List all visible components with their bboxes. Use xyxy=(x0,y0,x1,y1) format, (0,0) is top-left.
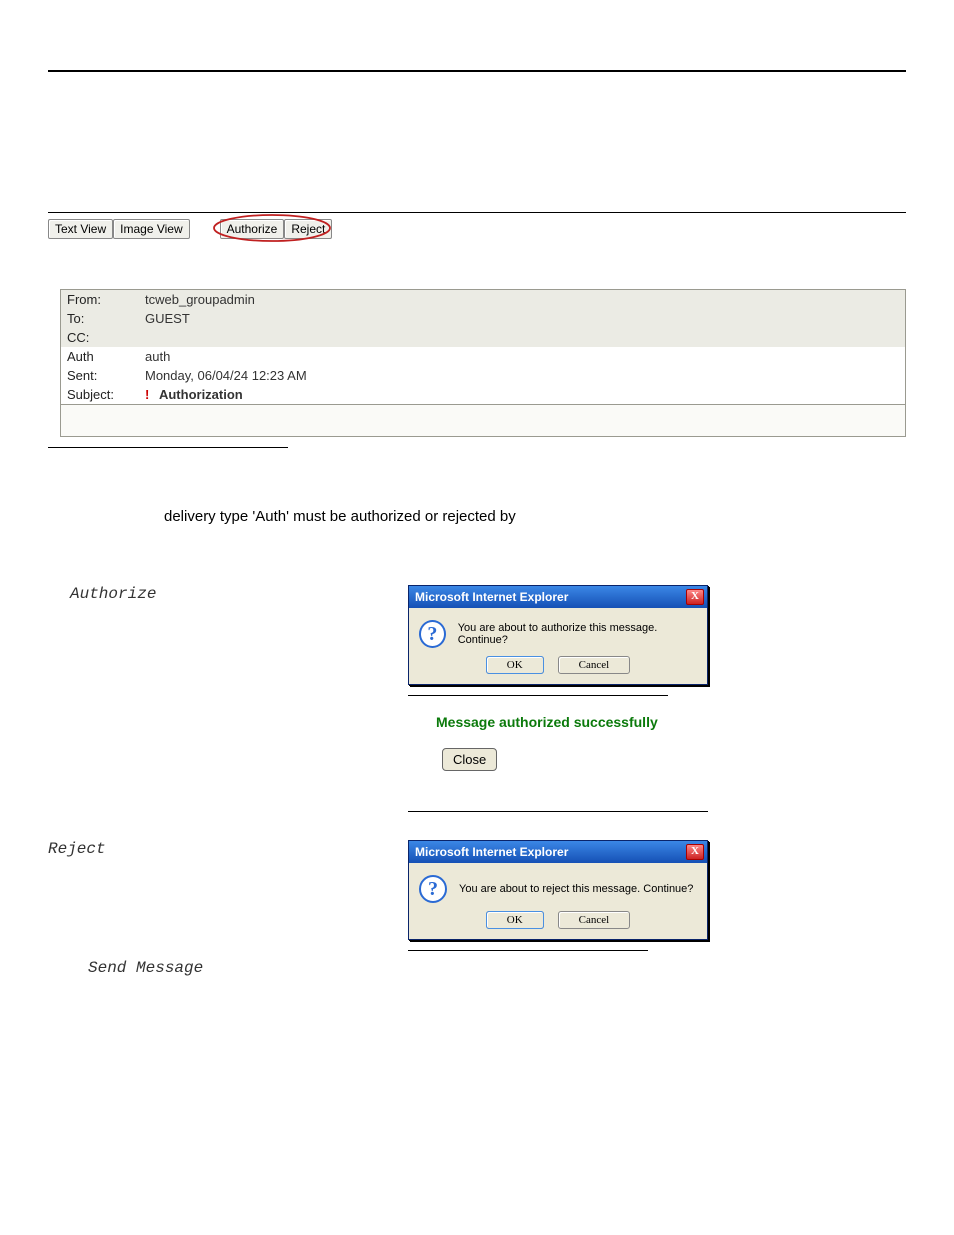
image-view-button[interactable]: Image View xyxy=(113,219,189,239)
authorize-label: Authorize xyxy=(70,585,156,603)
close-icon[interactable]: X xyxy=(686,589,704,605)
caption-rule xyxy=(48,447,288,448)
to-label: To: xyxy=(61,309,139,328)
reject-row: Reject Microsoft Internet Explorer X ? Y… xyxy=(48,840,906,969)
cc-label: CC: xyxy=(61,328,139,347)
sent-label: Sent: xyxy=(61,366,139,385)
caption-rule xyxy=(408,950,648,951)
cancel-button[interactable]: Cancel xyxy=(558,656,631,674)
close-icon[interactable]: X xyxy=(686,844,704,860)
dialog-title: Microsoft Internet Explorer xyxy=(415,590,568,604)
description-text: delivery type 'Auth' must be authorized … xyxy=(164,508,906,525)
from-value: tcweb_groupadmin xyxy=(139,290,905,309)
section-rule xyxy=(48,212,906,213)
dialog-titlebar: Microsoft Internet Explorer X xyxy=(409,841,707,863)
close-button[interactable]: Close xyxy=(442,748,497,771)
caption-rule xyxy=(408,811,708,812)
auth-value: auth xyxy=(139,347,905,366)
reject-label: Reject xyxy=(48,840,106,858)
dialog-message: You are about to authorize this message.… xyxy=(458,622,697,646)
message-header-panel: From:tcweb_groupadmin To:GUEST CC: Autha… xyxy=(60,289,906,437)
sent-value: Monday, 06/04/24 12:23 AM xyxy=(139,366,905,385)
text-view-button[interactable]: Text View xyxy=(48,219,113,239)
cc-value xyxy=(139,328,905,347)
table-row: Authauth xyxy=(61,347,905,366)
message-body-area xyxy=(61,404,905,436)
dialog-titlebar: Microsoft Internet Explorer X xyxy=(409,586,707,608)
view-button-group: Text ViewImage View xyxy=(48,219,190,239)
message-header-table: From:tcweb_groupadmin To:GUEST CC: Autha… xyxy=(61,290,905,404)
authorize-confirm-dialog: Microsoft Internet Explorer X ? You are … xyxy=(408,585,708,685)
subject-label: Subject: xyxy=(61,385,139,404)
question-icon: ? xyxy=(419,875,447,903)
authorize-button[interactable]: Authorize xyxy=(220,219,285,239)
authorize-row: Authorize Microsoft Internet Explorer X … xyxy=(48,585,906,830)
dialog-title: Microsoft Internet Explorer xyxy=(415,845,568,859)
auth-button-group: AuthorizeReject xyxy=(220,219,333,239)
top-rule xyxy=(48,70,906,72)
caption-rule xyxy=(408,695,668,696)
message-toolbar: Text ViewImage View AuthorizeReject xyxy=(48,219,906,239)
document-page: Text ViewImage View AuthorizeReject From… xyxy=(0,0,954,1037)
ok-button[interactable]: OK xyxy=(486,656,544,674)
table-row: Subject: ! Authorization xyxy=(61,385,905,404)
subject-value: Authorization xyxy=(159,387,243,402)
cancel-button[interactable]: Cancel xyxy=(558,911,631,929)
table-row: Sent:Monday, 06/04/24 12:23 AM xyxy=(61,366,905,385)
table-row: To:GUEST xyxy=(61,309,905,328)
dialog-message: You are about to reject this message. Co… xyxy=(459,883,693,895)
to-value: GUEST xyxy=(139,309,905,328)
priority-icon: ! xyxy=(145,387,149,402)
auth-label: Auth xyxy=(61,347,139,366)
reject-button[interactable]: Reject xyxy=(284,219,332,239)
from-label: From: xyxy=(61,290,139,309)
send-message-label: Send Message xyxy=(88,959,203,977)
table-row: CC: xyxy=(61,328,905,347)
ok-button[interactable]: OK xyxy=(486,911,544,929)
reject-confirm-dialog: Microsoft Internet Explorer X ? You are … xyxy=(408,840,708,940)
success-message: Message authorized successfully xyxy=(436,714,906,730)
question-icon: ? xyxy=(419,620,446,648)
table-row: From:tcweb_groupadmin xyxy=(61,290,905,309)
